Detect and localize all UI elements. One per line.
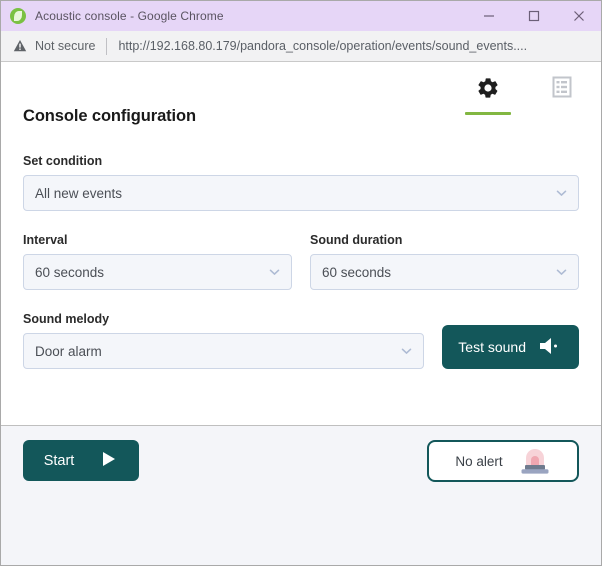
- label-interval: Interval: [23, 233, 68, 247]
- window-title: Acoustic console - Google Chrome: [35, 9, 224, 23]
- play-icon: [100, 450, 118, 472]
- maximize-button[interactable]: [511, 1, 556, 31]
- select-interval-value: 60 seconds: [35, 264, 105, 280]
- label-set-condition: Set condition: [23, 154, 103, 168]
- chevron-down-icon: [555, 187, 568, 200]
- chevron-down-icon: [400, 345, 413, 358]
- start-label: Start: [43, 452, 75, 469]
- window-controls: [466, 1, 601, 31]
- title-bar: Acoustic console - Google Chrome: [1, 1, 601, 31]
- field-sound-duration: Sound duration 60 seconds: [310, 233, 579, 290]
- tab-event-list[interactable]: [537, 72, 587, 113]
- field-sound-melody: Sound melody Door alarm: [23, 312, 425, 369]
- security-status-label: Not secure: [35, 39, 96, 53]
- tab-configuration[interactable]: [463, 72, 513, 115]
- minimize-button[interactable]: [466, 1, 511, 31]
- footer-bar: Start No alert: [1, 426, 601, 565]
- field-interval: Interval 60 seconds: [23, 233, 292, 290]
- label-sound-duration: Sound duration: [310, 233, 403, 247]
- page-content: Console configuration Set condition All …: [1, 62, 601, 565]
- speaker-icon: [539, 336, 563, 359]
- warning-triangle-icon: [13, 39, 27, 53]
- field-set-condition: Set condition All new events: [23, 154, 579, 211]
- chevron-down-icon: [555, 266, 568, 279]
- select-interval[interactable]: 60 seconds: [23, 254, 292, 290]
- select-set-condition[interactable]: All new events: [23, 175, 579, 211]
- close-button[interactable]: [556, 1, 601, 31]
- row-interval-duration: Interval 60 seconds Sound duration 60 se…: [23, 233, 579, 290]
- address-divider: [106, 37, 108, 55]
- chevron-down-icon: [268, 266, 281, 279]
- test-sound-label: Test sound: [458, 339, 526, 355]
- tab-inactive-indicator: [539, 110, 585, 113]
- alert-status-badge[interactable]: No alert: [427, 440, 579, 482]
- select-sound-duration[interactable]: 60 seconds: [310, 254, 579, 290]
- test-sound-button[interactable]: Test sound: [442, 325, 579, 369]
- select-set-condition-value: All new events: [35, 185, 123, 201]
- gear-icon: [476, 76, 500, 105]
- pandora-logo-icon: [10, 8, 26, 24]
- browser-window: Acoustic console - Google Chrome Not sec…: [0, 0, 602, 566]
- address-bar[interactable]: Not secure http://192.168.80.179/pandora…: [1, 31, 601, 62]
- siren-light-icon: [519, 446, 551, 476]
- tab-bar: [463, 72, 587, 115]
- select-sound-melody[interactable]: Door alarm: [23, 333, 425, 369]
- url-text[interactable]: http://192.168.80.179/pandora_console/op…: [118, 39, 527, 53]
- label-sound-melody: Sound melody: [23, 312, 110, 326]
- tab-active-indicator: [465, 112, 511, 115]
- select-sound-duration-value: 60 seconds: [322, 264, 392, 280]
- row-melody-test: Sound melody Door alarm Test sound: [23, 312, 579, 369]
- alert-status-label: No alert: [455, 453, 503, 469]
- select-sound-melody-value: Door alarm: [35, 343, 102, 359]
- start-button[interactable]: Start: [23, 440, 139, 481]
- list-icon: [551, 76, 573, 103]
- console-config-card: Console configuration Set condition All …: [1, 62, 601, 426]
